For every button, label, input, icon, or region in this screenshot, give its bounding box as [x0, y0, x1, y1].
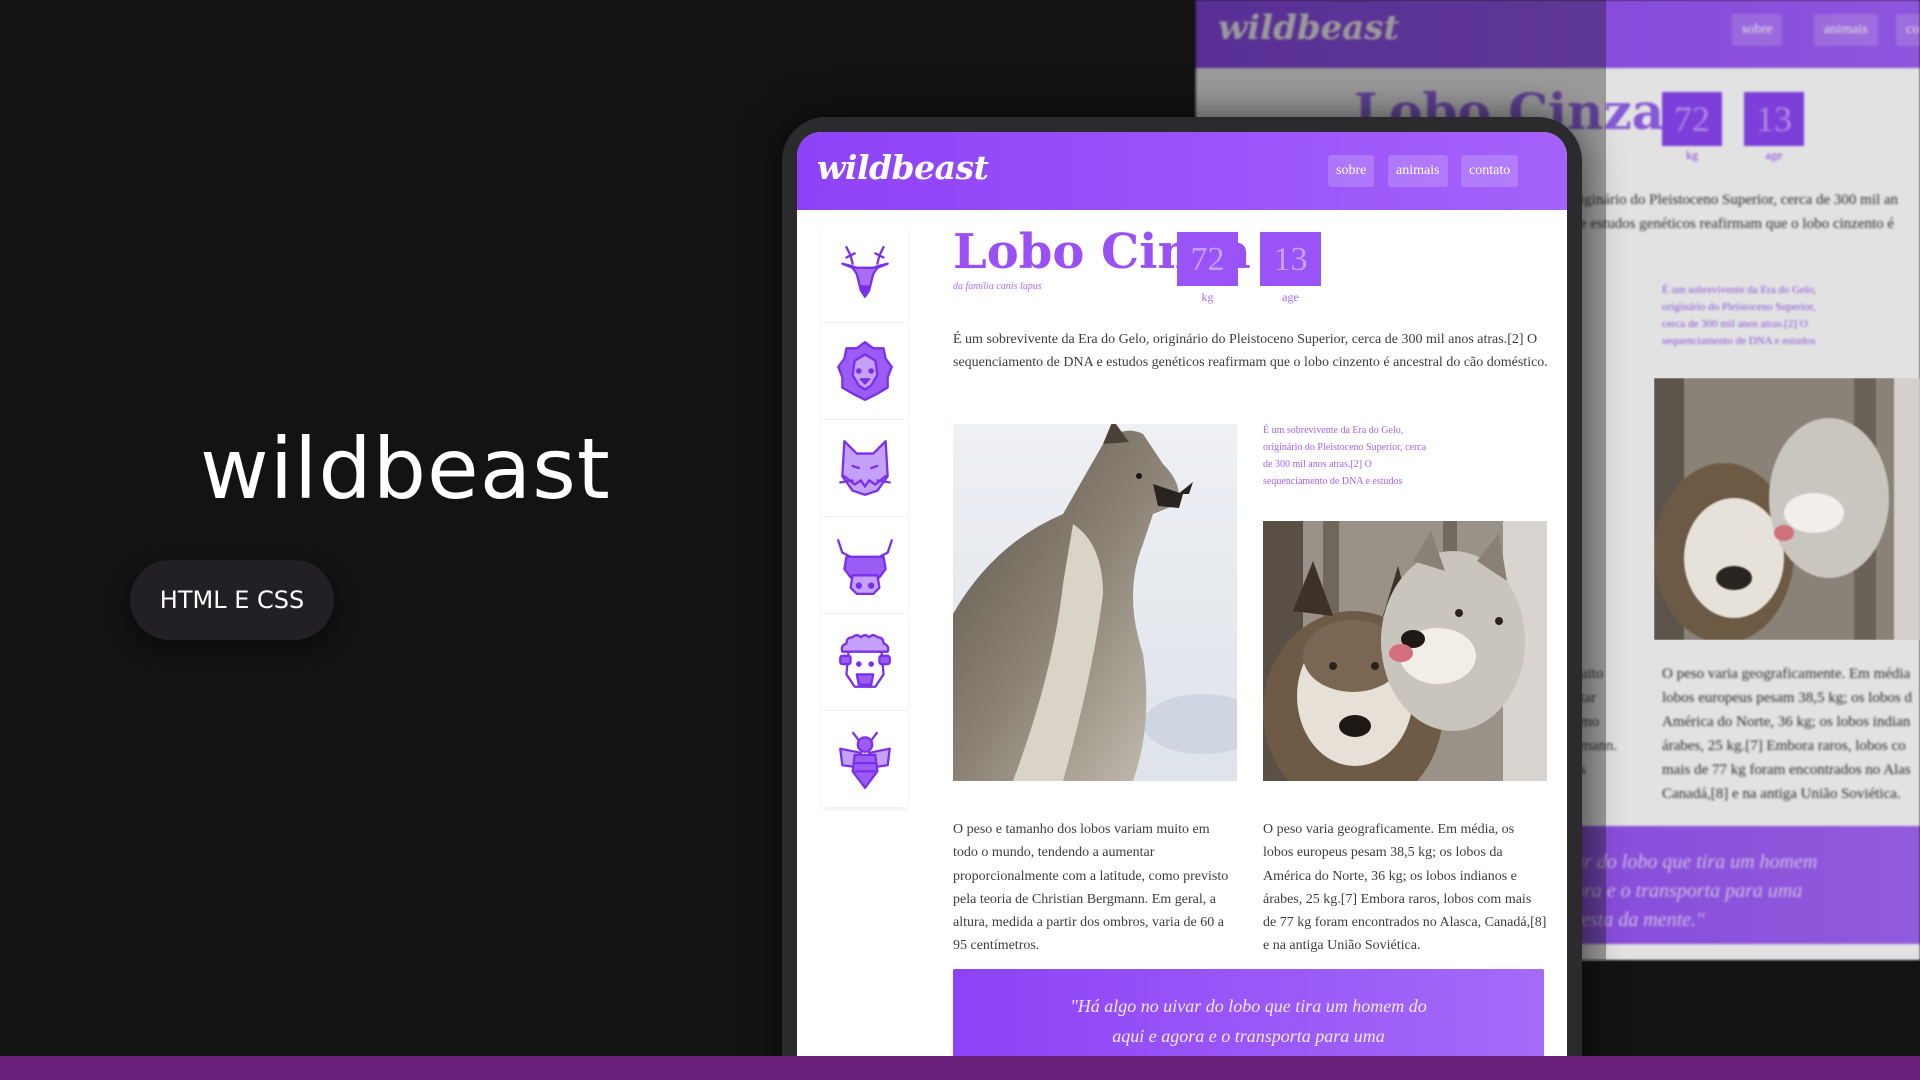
cat-icon	[839, 440, 891, 496]
stat-weight-value: 72	[1177, 232, 1238, 286]
sidebar-item-cat[interactable]	[822, 420, 908, 516]
wolves-photo	[1263, 521, 1547, 781]
column-right-text: O peso varia geograficamente. Em média, …	[1263, 822, 1547, 954]
bg-nav-animais: animais	[1814, 14, 1878, 46]
lion-icon	[837, 340, 893, 402]
tablet-screen: wildbeast sobre animais contato Lobo Cin…	[797, 132, 1567, 1062]
stat-age-label: age	[1282, 290, 1299, 304]
site-logo[interactable]: wildbeast	[817, 148, 989, 187]
nav-animais[interactable]: animais	[1388, 155, 1448, 187]
bg-col-right: O peso varia geograficamente. Em média l…	[1662, 666, 1912, 802]
bg-nav-sobre: sobre	[1732, 14, 1783, 46]
bg-stat-age-label: age	[1765, 148, 1783, 162]
side-note: É um sobrevivente da Era do Gelo, origin…	[1263, 425, 1427, 487]
bg-stat-kg: 72	[1662, 92, 1722, 146]
bottom-bar	[0, 1056, 1920, 1080]
quote-text: "Há algo no uivar do lobo que tira um ho…	[1070, 996, 1427, 1046]
howling-wolf-photo	[953, 424, 1237, 781]
bg-side-note: É um sobrevivente da Era do Gelo, origin…	[1662, 284, 1817, 347]
page-subtitle: da família canis lupus	[953, 281, 1042, 292]
stat-age-value: 13	[1260, 232, 1321, 286]
bg-quote-text: ar do lobo que tira um homem ora e o tra…	[1574, 851, 1818, 931]
bg-nav-contato: cont	[1896, 14, 1920, 46]
sheep-icon	[839, 634, 891, 688]
hero-title: wildbeast	[200, 420, 611, 518]
bg-stat-age: 13	[1744, 92, 1804, 146]
bg-wolves-photo	[1654, 378, 1920, 640]
sidebar-item-lion[interactable]	[822, 323, 908, 419]
column-left-text: O peso e tamanho dos lobos variam muito …	[953, 822, 1229, 954]
quote-box: "Há algo no uivar do lobo que tira um ho…	[953, 969, 1544, 1062]
bee-icon	[839, 731, 891, 790]
sidebar-item-bee[interactable]	[822, 711, 908, 807]
nav-contato[interactable]: contato	[1461, 155, 1519, 187]
nav-sobre[interactable]: sobre	[1328, 155, 1375, 187]
intro-paragraph: É um sobrevivente da Era do Gelo, origin…	[953, 332, 1548, 371]
sidebar-item-sheep[interactable]	[822, 614, 908, 710]
bg-intro: iginário do Pleistoceno Superior, cerca …	[1580, 192, 1899, 232]
sidebar-item-ox[interactable]	[822, 517, 908, 613]
bg-stat-kg-label: kg	[1686, 148, 1698, 162]
deer-icon	[841, 246, 889, 298]
stat-weight-label: kg	[1201, 290, 1214, 304]
sidebar-item-deer[interactable]	[822, 226, 908, 322]
ox-icon	[837, 539, 893, 596]
html-css-badge: HTML E CSS	[130, 560, 334, 640]
